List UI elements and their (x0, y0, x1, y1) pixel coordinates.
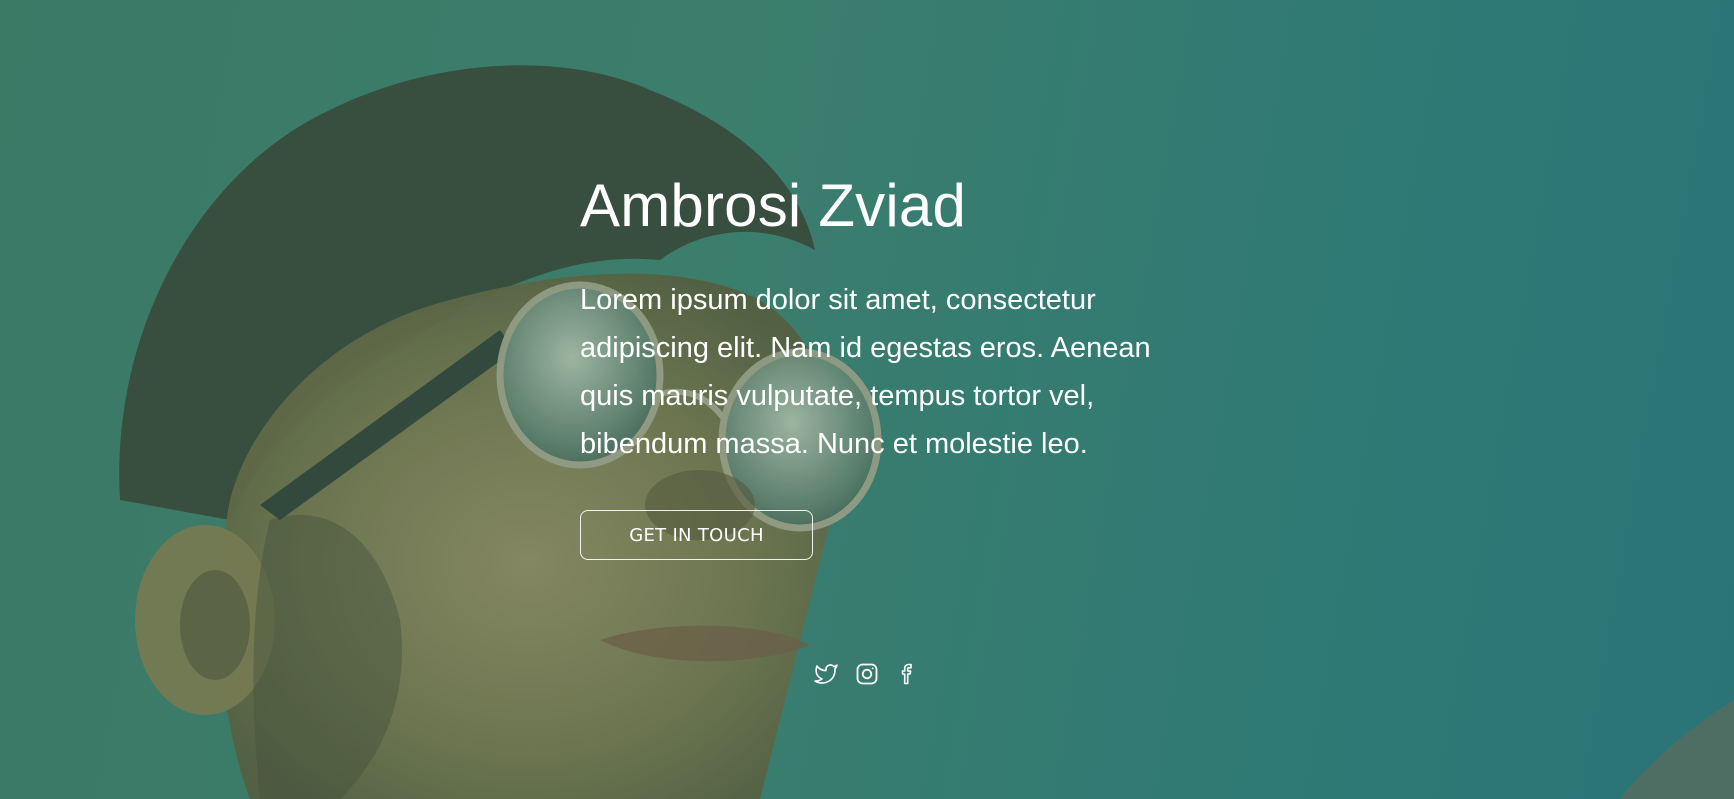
twitter-link[interactable] (813, 661, 838, 686)
twitter-icon (813, 663, 838, 684)
hero-name: Ambrosi Zviad (580, 172, 967, 239)
social-links (813, 661, 920, 686)
hero-description: Lorem ipsum dolor sit amet, consectetur … (580, 284, 1151, 460)
hero-content: Ambrosi Zviad Lorem ipsum dolor sit amet… (580, 170, 1160, 560)
facebook-icon (901, 663, 912, 684)
get-in-touch-button[interactable]: GET IN TOUCH (580, 510, 813, 560)
instagram-link[interactable] (854, 661, 879, 686)
facebook-link[interactable] (895, 661, 920, 686)
instagram-icon (856, 663, 877, 684)
hero-section: Ambrosi Zviad Lorem ipsum dolor sit amet… (0, 0, 1734, 799)
